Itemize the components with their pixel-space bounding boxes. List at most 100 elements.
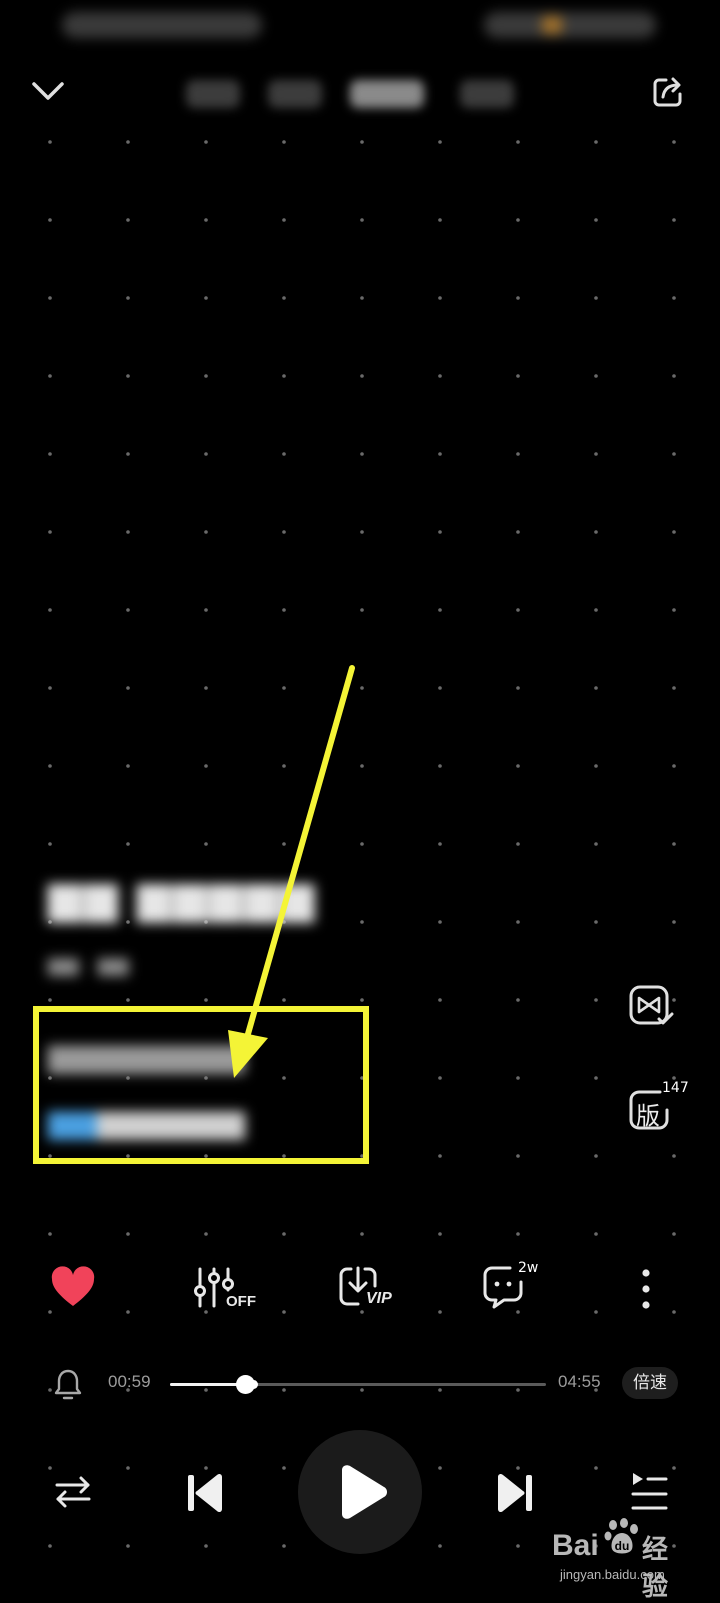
more-vertical-icon[interactable] [636,1268,656,1310]
background-dot [516,1466,520,1470]
background-dot [282,686,286,690]
baidu-jingyan-watermark: Bai du 经验 jingyan.baidu.com [552,1515,692,1601]
background-dot [360,764,364,768]
background-dot [516,1232,520,1236]
background-dot [48,686,52,690]
background-dot [594,1154,598,1158]
background-dot [48,374,52,378]
background-dot [48,998,52,1002]
background-dot [48,608,52,612]
playback-speed-button[interactable]: 倍速 [622,1367,678,1399]
background-dot [282,218,286,222]
background-dot [672,452,676,456]
total-duration: 04:55 [558,1372,601,1391]
background-dot [126,296,130,300]
background-dot [48,296,52,300]
background-dot [360,920,364,924]
background-dot [204,686,208,690]
background-dot [360,1388,364,1392]
background-dot [282,842,286,846]
background-dot [672,1310,676,1314]
background-dot [48,452,52,456]
background-dot [594,608,598,612]
background-dot [126,1466,130,1470]
background-dot [516,140,520,144]
background-dot [438,1310,442,1314]
bell-icon[interactable] [54,1368,82,1400]
background-dot [126,1232,130,1236]
background-dot [282,998,286,1002]
background-dot [594,1232,598,1236]
tab-2[interactable] [268,80,322,108]
background-dot [516,530,520,534]
background-dot [438,842,442,846]
repeat-icon[interactable] [54,1474,92,1510]
background-dot [672,218,676,222]
background-dot [438,608,442,612]
background-dot [360,452,364,456]
background-dot [48,1466,52,1470]
comment-count-badge: 2w [518,1260,539,1276]
background-dot [48,530,52,534]
background-dot [360,686,364,690]
background-dot [48,1544,52,1548]
background-dot [672,608,676,612]
background-dot [282,1544,286,1548]
background-dot [438,764,442,768]
background-dot [438,920,442,924]
equalizer-state-label: OFF [226,1293,256,1310]
progress-bar[interactable] [170,1375,546,1394]
background-dot [516,1310,520,1314]
background-dot [672,530,676,534]
chevron-down-icon[interactable] [30,76,66,106]
video-bowtie-icon[interactable] [628,984,674,1026]
tab-1[interactable] [186,80,240,108]
share-icon[interactable] [650,74,686,110]
background-dot [516,374,520,378]
background-dot [594,686,598,690]
background-dot [204,1232,208,1236]
background-dot [672,1466,676,1470]
heart-icon[interactable] [50,1266,96,1308]
song-artist[interactable]: ▆▆ ▆▆ [48,952,129,976]
annotation-highlight-box [33,1006,369,1164]
tab-4[interactable] [460,80,514,108]
background-dot [672,1154,676,1158]
background-dot [594,1076,598,1080]
background-dot [48,218,52,222]
background-dot [594,140,598,144]
background-dot [126,686,130,690]
background-dot [672,764,676,768]
background-dot [48,1388,52,1392]
background-dot [516,764,520,768]
background-dot [438,686,442,690]
background-dot [516,608,520,612]
background-dot [126,218,130,222]
playlist-icon[interactable] [630,1470,670,1512]
version-label: 版 [636,1102,660,1130]
background-dot [282,530,286,534]
background-dot [282,374,286,378]
background-dot [204,140,208,144]
background-dot [360,140,364,144]
status-carrier-info [62,12,262,38]
tab-active[interactable] [350,80,424,108]
background-dot [516,296,520,300]
background-dot [360,842,364,846]
background-dot [204,1466,208,1470]
background-dot [126,1310,130,1314]
background-dot [594,1310,598,1314]
background-dot [438,530,442,534]
status-bar [0,0,720,56]
background-dot [594,842,598,846]
background-dot [282,1466,286,1470]
skip-next-icon[interactable] [496,1472,534,1514]
skip-previous-icon[interactable] [186,1472,224,1514]
background-dot [204,842,208,846]
background-dot [204,374,208,378]
play-button[interactable] [298,1430,422,1554]
background-dot [516,998,520,1002]
background-dot [438,1076,442,1080]
background-dot [672,920,676,924]
version-count-badge: 147 [662,1080,689,1096]
